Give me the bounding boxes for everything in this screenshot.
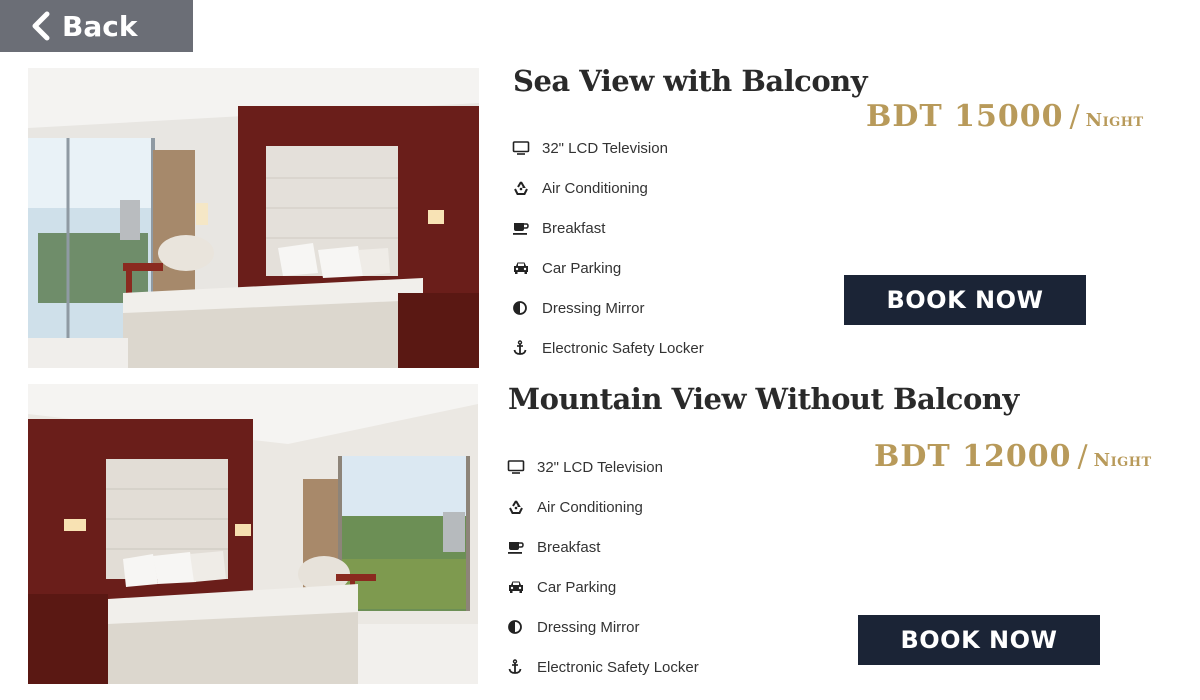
amenity-item: Electronic Safety Locker xyxy=(512,328,704,368)
coffee-icon xyxy=(512,220,530,236)
price-unit: Night xyxy=(1093,450,1152,471)
amenity-label: Car Parking xyxy=(542,259,622,277)
price-separator: / xyxy=(1069,99,1080,134)
price-amount: BDT 15000 xyxy=(866,99,1064,134)
back-label: Back xyxy=(62,9,138,43)
chevron-left-icon xyxy=(28,11,54,41)
amenity-item: Breakfast xyxy=(507,527,699,567)
amenity-item: Air Conditioning xyxy=(512,168,704,208)
amenity-label: Breakfast xyxy=(542,219,606,237)
tv-icon xyxy=(507,459,525,475)
amenity-item: Breakfast xyxy=(512,208,704,248)
room-photo xyxy=(28,384,478,684)
contrast-icon xyxy=(507,619,525,635)
car-icon xyxy=(507,579,525,595)
anchor-icon xyxy=(507,659,525,675)
amenity-label: Car Parking xyxy=(537,578,617,596)
price-amount: BDT 12000 xyxy=(874,439,1072,474)
amenity-label: Dressing Mirror xyxy=(537,618,640,636)
amenity-item: Air Conditioning xyxy=(507,487,699,527)
contrast-icon xyxy=(512,300,530,316)
car-icon xyxy=(512,260,530,276)
tv-icon xyxy=(512,140,530,156)
amenity-list: 32" LCD Television Air Conditioning Brea… xyxy=(507,447,699,687)
amenity-item: Dressing Mirror xyxy=(507,607,699,647)
recycle-icon xyxy=(512,180,530,196)
amenity-label: Breakfast xyxy=(537,538,601,556)
room-title: Mountain View Without Balcony xyxy=(508,382,1019,416)
back-button[interactable]: Back xyxy=(0,0,193,52)
room-price: BDT 12000/Night xyxy=(874,439,1152,474)
amenity-label: Electronic Safety Locker xyxy=(542,339,704,357)
anchor-icon xyxy=(512,340,530,356)
amenity-label: Air Conditioning xyxy=(542,179,648,197)
room-photo xyxy=(28,68,479,368)
recycle-icon xyxy=(507,499,525,515)
amenity-item: Car Parking xyxy=(507,567,699,607)
room-price: BDT 15000/Night xyxy=(866,99,1144,134)
amenity-item: 32" LCD Television xyxy=(507,447,699,487)
amenity-label: 32" LCD Television xyxy=(537,458,663,476)
price-separator: / xyxy=(1077,439,1088,474)
coffee-icon xyxy=(507,539,525,555)
room-title: Sea View with Balcony xyxy=(513,64,868,98)
amenity-item: Electronic Safety Locker xyxy=(507,647,699,687)
amenity-label: Electronic Safety Locker xyxy=(537,658,699,676)
book-now-button[interactable]: BOOK NOW xyxy=(858,615,1100,665)
amenity-label: Dressing Mirror xyxy=(542,299,645,317)
amenity-item: 32" LCD Television xyxy=(512,128,704,168)
amenity-item: Dressing Mirror xyxy=(512,288,704,328)
amenity-label: 32" LCD Television xyxy=(542,139,668,157)
book-now-button[interactable]: BOOK NOW xyxy=(844,275,1086,325)
amenity-item: Car Parking xyxy=(512,248,704,288)
amenity-label: Air Conditioning xyxy=(537,498,643,516)
amenity-list: 32" LCD Television Air Conditioning Brea… xyxy=(512,128,704,368)
price-unit: Night xyxy=(1085,110,1144,131)
